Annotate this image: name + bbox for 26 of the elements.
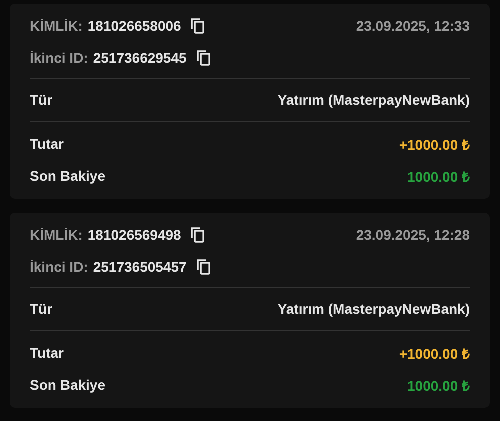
row-value: 1000.00 ₺ <box>408 168 470 186</box>
id-label: İkinci ID: <box>30 259 88 275</box>
row-label: Son Bakiye <box>30 168 106 184</box>
copy-icon[interactable] <box>196 50 211 66</box>
row-value: +1000.00 ₺ <box>399 344 470 362</box>
copy-icon[interactable] <box>196 259 211 275</box>
id-label: KİMLİK: <box>30 227 83 243</box>
row-value: 1000.00 ₺ <box>408 376 470 394</box>
row-label: Son Bakiye <box>30 377 106 393</box>
id-label: KİMLİK: <box>30 18 83 34</box>
row-label: Tür <box>30 92 53 108</box>
row-value: +1000.00 ₺ <box>399 136 470 154</box>
copy-icon[interactable] <box>191 18 206 34</box>
transaction-date: 23.09.2025, 12:33 <box>356 17 470 35</box>
row-label: Tür <box>30 301 53 317</box>
id-label: İkinci ID: <box>30 50 88 66</box>
id-value: 251736629545 <box>93 50 187 66</box>
row-value: Yatırım (MasterpayNewBank) <box>278 301 470 317</box>
row-value: Yatırım (MasterpayNewBank) <box>278 92 470 108</box>
row-label: Tutar <box>30 345 64 361</box>
row-label: Tutar <box>30 136 64 152</box>
copy-icon[interactable] <box>191 227 206 243</box>
id-value: 251736505457 <box>93 259 187 275</box>
transaction-date: 23.09.2025, 12:28 <box>356 226 470 244</box>
id-value: 181026658006 <box>88 18 182 34</box>
id-value: 181026569498 <box>88 227 182 243</box>
